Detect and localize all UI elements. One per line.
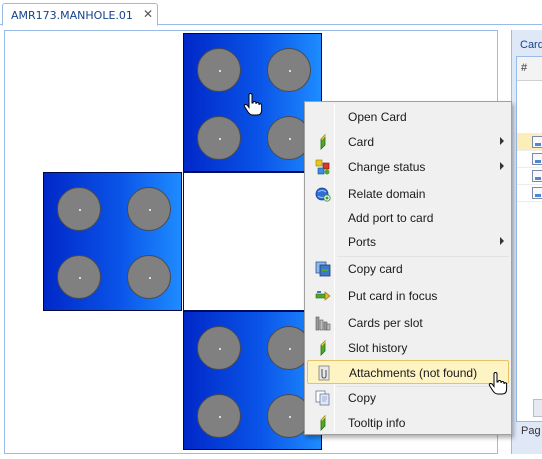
menu-item-label: Relate domain xyxy=(348,187,426,201)
slots-icon xyxy=(315,316,331,331)
slot[interactable] xyxy=(197,394,241,438)
menu-item-attachments[interactable]: Attachments (not found) xyxy=(307,360,509,384)
close-icon[interactable]: ✕ xyxy=(143,7,153,21)
menu-item-label: Change status xyxy=(348,160,426,174)
card-icon xyxy=(532,153,542,165)
menu-item-label: Add port to card xyxy=(348,211,434,225)
attachment-icon xyxy=(318,365,330,381)
slot[interactable] xyxy=(57,187,101,231)
menu-item-relate-domain[interactable]: Relate domain xyxy=(307,182,509,206)
menu-item-label: Slot history xyxy=(348,341,408,355)
change-status-icon xyxy=(315,159,330,175)
menu-item-card[interactable]: Card xyxy=(307,130,509,154)
menu-item-change-status[interactable]: Change status xyxy=(307,155,509,179)
scrollbar[interactable] xyxy=(533,399,542,417)
table-row[interactable] xyxy=(517,185,542,202)
menu-item-tooltip-info[interactable]: Tooltip info xyxy=(307,411,509,435)
tooltip-green-bar-icon xyxy=(320,415,326,431)
card-side-panel: Card # Pag xyxy=(511,30,542,454)
table-row[interactable] xyxy=(517,134,542,151)
history-green-bar-icon xyxy=(320,340,326,356)
menu-item-add-port[interactable]: Add port to card xyxy=(307,206,509,230)
slot[interactable] xyxy=(197,48,241,92)
menu-item-label: Copy card xyxy=(348,262,403,276)
menu-item-label: Copy xyxy=(348,391,377,405)
side-panel-title: Card xyxy=(520,39,542,51)
slot[interactable] xyxy=(127,255,171,299)
menu-item-copy[interactable]: Copy xyxy=(307,386,509,410)
slot[interactable] xyxy=(127,187,171,231)
hand-cursor-icon xyxy=(488,372,508,395)
slot[interactable] xyxy=(197,116,241,160)
relate-domain-icon xyxy=(315,187,331,202)
card-icon xyxy=(532,136,542,148)
menu-item-label: Card xyxy=(348,135,375,149)
copy-card-icon xyxy=(315,261,331,277)
pager-label: Pag xyxy=(521,425,541,437)
tab-bar: AMR173.MANHOLE.01 ✕ xyxy=(0,0,542,26)
tab-title: AMR173.MANHOLE.01 xyxy=(11,9,133,22)
menu-item-label: Cards per slot xyxy=(348,316,423,330)
grid-header: # xyxy=(517,57,542,81)
card-block-empty[interactable] xyxy=(183,172,322,311)
focus-icon xyxy=(315,291,331,301)
menu-item-label: Put card in focus xyxy=(348,289,438,303)
submenu-arrow-icon xyxy=(500,162,504,170)
submenu-arrow-icon xyxy=(500,137,504,145)
card-icon xyxy=(532,170,542,182)
card-icon xyxy=(532,187,542,199)
table-row[interactable] xyxy=(517,151,542,168)
context-menu: Open Card Card Change status Relate doma… xyxy=(304,101,512,435)
copy-icon xyxy=(315,390,330,406)
hand-cursor-icon xyxy=(243,93,263,116)
menu-item-copy-card[interactable]: Copy card xyxy=(307,257,509,281)
submenu-arrow-icon xyxy=(500,237,504,245)
menu-item-ports[interactable]: Ports xyxy=(307,230,509,254)
slot[interactable] xyxy=(197,326,241,370)
card-grid: # xyxy=(516,56,542,422)
table-row[interactable] xyxy=(517,117,542,134)
menu-item-slot-history[interactable]: Slot history xyxy=(307,336,509,360)
card-block-left[interactable] xyxy=(43,172,182,311)
card-block-bottom[interactable] xyxy=(183,311,322,450)
menu-item-label: Tooltip info xyxy=(348,416,406,430)
menu-item-cards-per-slot[interactable]: Cards per slot xyxy=(307,311,509,335)
tab-manhole[interactable]: AMR173.MANHOLE.01 ✕ xyxy=(2,3,158,26)
menu-item-label: Open Card xyxy=(348,110,407,124)
table-row[interactable] xyxy=(517,168,542,185)
menu-item-open-card[interactable]: Open Card xyxy=(307,105,509,129)
menu-item-put-card-in-focus[interactable]: Put card in focus xyxy=(307,284,509,308)
slot[interactable] xyxy=(57,255,101,299)
grid-header-number: # xyxy=(521,62,528,74)
slot[interactable] xyxy=(267,48,311,92)
menu-item-label: Attachments (not found) xyxy=(349,366,478,380)
menu-item-label: Ports xyxy=(348,235,377,249)
card-green-bar-icon xyxy=(320,134,326,150)
